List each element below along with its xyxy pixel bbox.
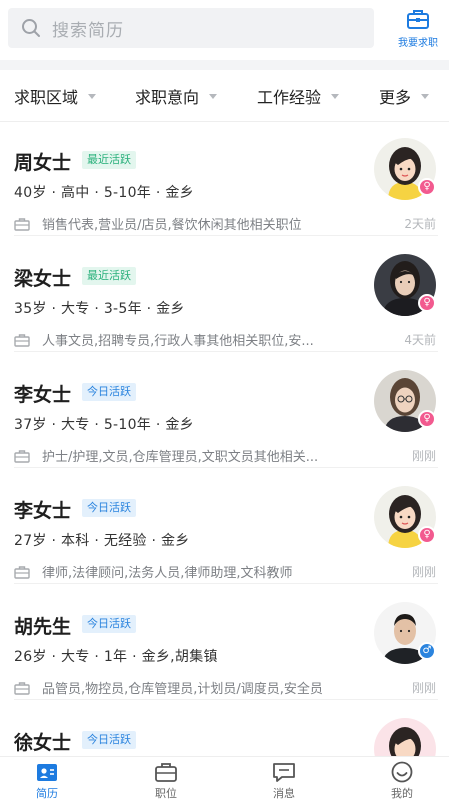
filter-more[interactable]: 更多 [379, 70, 430, 122]
resume-icon [37, 764, 57, 781]
female-icon: ♀ [418, 178, 436, 196]
active-time: 刚刚 [411, 565, 436, 579]
job-intention-row: 护士/护理,文员,仓库管理员,文职文员其他相关... 刚刚 [14, 446, 438, 468]
caret-down-icon [88, 93, 97, 99]
resume-card[interactable]: 梁女士 最近活跃 35岁 · 大专 · 3-5年 · 金乡 人事文员,招聘专员,… [0, 240, 449, 356]
section-divider [0, 60, 449, 70]
filter-label: 更多 [379, 88, 412, 107]
tab-resume[interactable]: 简历 [17, 761, 77, 800]
resume-card[interactable]: 周女士 最近活跃 40岁 · 高中 · 5-10年 · 金乡 销售代表,营业员/… [0, 124, 449, 240]
female-icon: ♀ [418, 410, 436, 428]
activity-badge: 最近活跃 [82, 151, 136, 169]
job-intention-text: 护士/护理,文员,仓库管理员,文职文员其他相关... [42, 450, 319, 465]
active-time: 4天前 [404, 333, 436, 347]
active-time: 刚刚 [411, 449, 436, 463]
filter-region[interactable]: 求职区域 [14, 70, 97, 122]
search-box[interactable]: 搜索简历 [8, 8, 374, 48]
caret-down-icon [421, 93, 430, 99]
filter-label: 工作经验 [257, 88, 322, 107]
caret-down-icon [209, 93, 218, 99]
candidate-name: 梁女士 [14, 268, 72, 290]
briefcase-icon [14, 333, 30, 347]
activity-badge: 今日活跃 [82, 731, 136, 749]
briefcase-icon [155, 763, 177, 782]
job-intention-row: 人事文员,招聘专员,行政人事其他相关职位,安... 4天前 [14, 330, 438, 352]
caret-down-icon [331, 93, 340, 99]
active-time: 2天前 [404, 217, 436, 231]
seek-job-label: 我要求职 [398, 38, 438, 49]
female-icon: ♀ [418, 294, 436, 312]
bottom-tab-bar: 简历 职位 消息 我的 [0, 756, 449, 800]
briefcase-icon [14, 449, 30, 463]
filter-experience[interactable]: 工作经验 [257, 70, 340, 122]
resume-card[interactable]: 徐女士 今日活跃 [0, 704, 449, 756]
search-icon [22, 19, 40, 37]
filter-label: 求职意向 [135, 88, 200, 107]
female-icon: ♀ [418, 526, 436, 544]
filter-label: 求职区域 [14, 88, 79, 107]
candidate-info: 37岁 · 大专 · 5-10年 · 金乡 [14, 417, 194, 433]
candidate-info: 35岁 · 大专 · 3-5年 · 金乡 [14, 301, 185, 317]
tab-label: 我的 [391, 787, 413, 800]
profile-icon [391, 761, 413, 783]
candidate-name: 徐女士 [14, 732, 72, 754]
job-intention-text: 品管员,物控员,仓库管理员,计划员/调度员,安全员 [42, 682, 323, 697]
candidate-name: 李女士 [14, 500, 72, 522]
briefcase-icon [14, 681, 30, 695]
seek-job-button[interactable]: 我要求职 [388, 8, 448, 52]
activity-badge: 今日活跃 [82, 383, 136, 401]
filter-bar: 求职区域 求职意向 工作经验 更多 [0, 70, 449, 122]
briefcase-icon [407, 10, 429, 29]
activity-badge: 今日活跃 [82, 499, 136, 517]
resume-card[interactable]: 李女士 今日活跃 37岁 · 大专 · 5-10年 · 金乡 护士/护理,文员,… [0, 356, 449, 472]
cartoon-woman-avatar [374, 718, 436, 756]
tab-jobs[interactable]: 职位 [136, 761, 196, 800]
candidate-name: 周女士 [14, 152, 72, 174]
message-icon [273, 763, 295, 782]
job-intention-row: 品管员,物控员,仓库管理员,计划员/调度员,安全员 刚刚 [14, 678, 438, 700]
tab-profile[interactable]: 我的 [372, 761, 432, 800]
male-icon: ♂ [418, 642, 436, 660]
candidate-name: 胡先生 [14, 616, 72, 638]
filter-intention[interactable]: 求职意向 [135, 70, 218, 122]
briefcase-icon [14, 217, 30, 231]
job-intention-text: 律师,法律顾问,法务人员,律师助理,文科教师 [42, 566, 293, 581]
search-placeholder[interactable]: 搜索简历 [52, 16, 124, 41]
briefcase-icon [14, 565, 30, 579]
top-bar: 搜索简历 我要求职 [0, 0, 449, 60]
resume-card[interactable]: 胡先生 今日活跃 26岁 · 大专 · 1年 · 金乡,胡集镇 品管员,物控员,… [0, 588, 449, 704]
candidate-info: 26岁 · 大专 · 1年 · 金乡,胡集镇 [14, 649, 218, 665]
candidate-name: 李女士 [14, 384, 72, 406]
tab-label: 简历 [36, 787, 58, 800]
tab-messages[interactable]: 消息 [254, 761, 314, 800]
job-intention-text: 人事文员,招聘专员,行政人事其他相关职位,安... [42, 334, 314, 349]
job-intention-text: 销售代表,营业员/店员,餐饮休闲其他相关职位 [42, 218, 302, 233]
active-time: 刚刚 [411, 681, 436, 695]
candidate-info: 40岁 · 高中 · 5-10年 · 金乡 [14, 185, 194, 201]
activity-badge: 最近活跃 [82, 267, 136, 285]
candidate-info: 27岁 · 本科 · 无经验 · 金乡 [14, 533, 190, 549]
tab-label: 消息 [273, 787, 295, 800]
job-intention-row: 律师,法律顾问,法务人员,律师助理,文科教师 刚刚 [14, 562, 438, 584]
tab-label: 职位 [155, 787, 177, 800]
resume-card[interactable]: 李女士 今日活跃 27岁 · 本科 · 无经验 · 金乡 律师,法律顾问,法务人… [0, 472, 449, 588]
resume-list: 周女士 最近活跃 40岁 · 高中 · 5-10年 · 金乡 销售代表,营业员/… [0, 124, 449, 756]
job-intention-row: 销售代表,营业员/店员,餐饮休闲其他相关职位 2天前 [14, 214, 438, 236]
activity-badge: 今日活跃 [82, 615, 136, 633]
